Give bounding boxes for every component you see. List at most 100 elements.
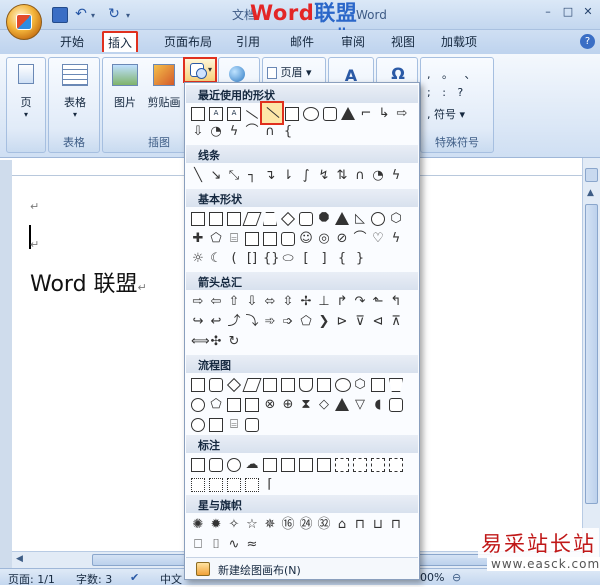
circular-arrow-block[interactable]: ↻ [227, 335, 241, 349]
flow-delay[interactable] [389, 398, 403, 412]
rectangle-shape-2[interactable] [285, 107, 299, 121]
close-button[interactable]: ✕ [580, 5, 596, 19]
curved-up-arrow-block[interactable]: ⤴ [227, 315, 241, 329]
omega-icon[interactable]: Ω [387, 64, 409, 83]
selected-line-shape[interactable] [260, 101, 284, 125]
brace-shape[interactable]: { [281, 125, 295, 139]
hyperlink-button[interactable] [229, 66, 249, 82]
notched-right-arrow-block[interactable]: ➩ [281, 315, 295, 329]
textbox-shape[interactable]: A [209, 107, 223, 121]
brace-pair-basic[interactable]: {} [263, 252, 280, 266]
arc-basic[interactable]: ( [227, 252, 241, 266]
bracket-pair-basic[interactable]: [] [245, 252, 259, 266]
minimize-button[interactable]: – [540, 5, 556, 19]
callout-border-4[interactable] [245, 478, 259, 492]
scroll-left-icon[interactable]: ◀ [16, 554, 23, 564]
new-drawing-canvas-item[interactable]: 新建绘图画布(N) [186, 557, 418, 579]
elbow-connector-shape[interactable]: ⌐ [359, 107, 373, 121]
tab-home[interactable]: 开始 [56, 32, 88, 53]
curved-connector-icon[interactable]: ∫ [299, 169, 313, 183]
trapezoid-basic[interactable] [263, 212, 277, 226]
curved-double-arrow-icon[interactable]: ⇅ [335, 169, 349, 183]
callout-rounded[interactable] [209, 458, 223, 472]
callout-bracket[interactable]: ⌈ [263, 478, 277, 492]
callout-oval[interactable] [227, 458, 241, 472]
symbol-button[interactable]: , 符号 ▾ [427, 106, 487, 122]
triangle-shape[interactable] [341, 107, 355, 120]
diamond-basic[interactable] [280, 211, 296, 227]
freeform-icon[interactable]: ◔ [371, 169, 385, 183]
elbow-double-arrow-icon[interactable]: ⇂ [281, 169, 295, 183]
no-symbol-basic[interactable]: ⊘ [335, 232, 349, 246]
folded-corner-basic[interactable] [281, 232, 295, 246]
ribbon-down[interactable]: ⊓ [353, 518, 367, 532]
tab-review[interactable]: 审阅 [337, 32, 369, 53]
left-callout-block[interactable]: ⊲ [371, 315, 385, 329]
left-right-callout-block[interactable]: ⟺ [191, 335, 210, 349]
curve-shape[interactable]: ∩ [263, 125, 277, 139]
flow-preparation[interactable]: ⬡ [353, 378, 367, 392]
lightning-basic[interactable]: ϟ [389, 232, 403, 246]
vertical-textbox-shape[interactable]: A [227, 107, 241, 121]
pentagon-arrow-block[interactable]: ⬠ [299, 315, 313, 329]
left-right-up-arrow-block[interactable]: ⊥ [317, 295, 331, 309]
down-arrow-shape[interactable]: ⇩ [191, 125, 205, 139]
star-8-point[interactable]: ✵ [263, 518, 277, 532]
line-icon[interactable]: ╲ [191, 169, 205, 183]
scroll-up-icon[interactable]: ▲ [587, 188, 594, 198]
qat-customize-icon[interactable]: ▾ [126, 11, 130, 20]
callout-accent-2[interactable] [353, 458, 367, 472]
flow-document[interactable] [299, 378, 313, 392]
tab-insert[interactable]: 插入 [102, 31, 139, 52]
flow-magnetic-disk[interactable] [209, 418, 223, 432]
right-callout-block[interactable]: ⊳ [335, 315, 349, 329]
callout-accent-3[interactable] [371, 458, 385, 472]
tab-addins[interactable]: 加载项 [437, 32, 481, 53]
picture-button[interactable]: 图片 [107, 64, 143, 110]
callout-accent-1[interactable] [335, 458, 349, 472]
tab-mailings[interactable]: 邮件 [286, 32, 318, 53]
octagon-basic[interactable]: ⯃ [317, 212, 331, 226]
flow-decision[interactable] [226, 377, 242, 393]
flow-alternate-process[interactable] [209, 378, 223, 392]
clipart-button[interactable]: 剪贴画 [145, 64, 183, 110]
up-down-arrow-block[interactable]: ⇳ [281, 295, 295, 309]
save-icon[interactable] [52, 7, 68, 23]
line-shape[interactable] [245, 110, 259, 119]
curved-ribbon-up[interactable]: ⊔ [371, 518, 385, 532]
page-button[interactable]: 页 ▾ [11, 64, 41, 119]
down-arrow-block[interactable]: ⇩ [245, 295, 259, 309]
help-icon[interactable]: ? [580, 34, 595, 49]
striped-right-arrow-block[interactable]: ➾ [263, 315, 277, 329]
flow-extract[interactable] [335, 398, 349, 411]
horizontal-scroll[interactable]: ⌷ [209, 538, 223, 552]
elbow-connector-icon[interactable]: ┐ [245, 169, 259, 183]
redo-icon[interactable]: ↻ [106, 7, 122, 23]
down-callout-block[interactable]: ⊽ [353, 315, 367, 329]
star-32-point[interactable]: ㉜ [317, 518, 331, 532]
right-brace-basic[interactable]: } [353, 252, 367, 266]
flow-multidocument[interactable] [317, 378, 331, 392]
bevel-basic[interactable] [263, 232, 277, 246]
vertical-scrollbar[interactable]: ▲ [582, 158, 600, 568]
bent-up-arrow-block[interactable]: ↰ [389, 295, 403, 309]
elbow-arrow-shape[interactable]: ↳ [377, 107, 391, 121]
chevron-block[interactable]: ❯ [317, 315, 331, 329]
pentagon-basic[interactable]: ⬠ [209, 232, 223, 246]
callout-border-1[interactable] [191, 478, 205, 492]
arrow-line-icon[interactable]: ↘ [209, 169, 223, 183]
star-5-point[interactable]: ☆ [245, 518, 259, 532]
restore-button[interactable]: □ [560, 5, 576, 19]
tab-view[interactable]: 视图 [387, 32, 419, 53]
zoom-out-icon[interactable]: ⊖ [452, 571, 461, 584]
flow-offpage[interactable]: ⬠ [209, 398, 223, 412]
flowchart-shape[interactable]: ◔ [209, 125, 223, 139]
u-turn-arrow-block[interactable]: ↷ [353, 295, 367, 309]
elbow-arrow-connector-icon[interactable]: ↴ [263, 169, 277, 183]
explosion-2[interactable]: ✹ [209, 518, 223, 532]
flow-manual-input[interactable] [371, 378, 385, 392]
plaque-basic[interactable]: ⬭ [281, 252, 295, 266]
rectangle-basic[interactable] [227, 212, 241, 226]
proofing-icon[interactable]: ✔ [130, 571, 139, 584]
donut-basic[interactable]: ◎ [317, 232, 331, 246]
